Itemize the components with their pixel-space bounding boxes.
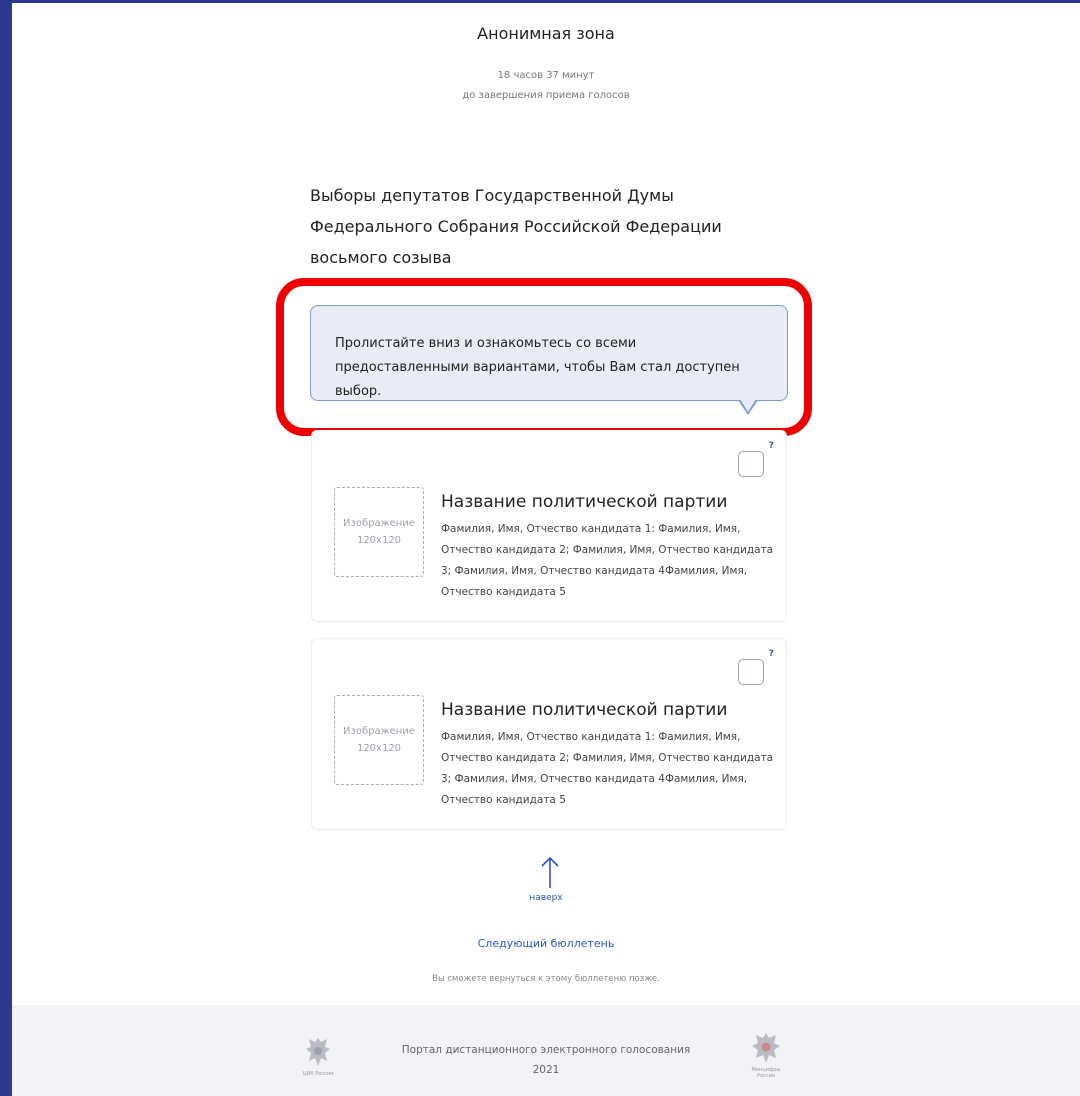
party-name: Название политической партии — [441, 700, 728, 720]
footer-year: 2021 — [532, 1064, 560, 1076]
voting-page: Анонимная зона 18 часов 37 минут до заве… — [12, 3, 1080, 1096]
party-name: Название политической партии — [441, 492, 728, 512]
help-icon[interactable]: ? — [769, 649, 774, 659]
mintsifry-logo: Минцифры России — [746, 1031, 786, 1087]
image-placeholder-size: 120x120 — [356, 535, 402, 546]
next-ballot-link[interactable]: Следующий бюллетень — [12, 937, 1080, 950]
party-image-placeholder: Изображение 120x120 — [334, 487, 424, 577]
party-candidates: Фамилия, Имя, Отчество кандидата 1: Фами… — [441, 731, 774, 806]
party-checkbox[interactable] — [738, 659, 764, 685]
footer: ЦИК России Портал дистанционного электро… — [12, 1005, 1080, 1096]
emblem-icon — [752, 1033, 780, 1063]
party-card: ? Изображение 120x120 Название политичес… — [311, 638, 787, 830]
page-title: Анонимная зона — [477, 24, 615, 43]
return-note: Вы сможете вернуться к этому бюллетеню п… — [432, 974, 660, 984]
timer-value: 18 часов 37 минут — [497, 70, 595, 81]
party-checkbox[interactable] — [738, 451, 764, 477]
timer-caption: до завершения приема голосов — [462, 90, 630, 101]
portal-name: Портал дистанционного электронного голос… — [401, 1044, 691, 1056]
footer-text: Портал дистанционного электронного голос… — [12, 1040, 1080, 1080]
arrow-up-icon[interactable] — [540, 855, 560, 889]
mintsifry-caption: Минцифры России — [751, 1067, 781, 1079]
scroll-top-link[interactable]: наверх — [12, 893, 1080, 903]
image-placeholder-label: Изображение — [343, 726, 415, 737]
party-image-placeholder: Изображение 120x120 — [334, 695, 424, 785]
ballot-title: Выборы депутатов Государственной Думы Фе… — [310, 186, 722, 267]
party-card: ? Изображение 120x120 Название политичес… — [311, 430, 787, 622]
image-placeholder-size: 120x120 — [356, 743, 402, 754]
image-placeholder-label: Изображение — [343, 518, 415, 529]
annotation-highlight-frame — [276, 278, 812, 436]
help-icon[interactable]: ? — [769, 441, 774, 451]
party-candidates: Фамилия, Имя, Отчество кандидата 1: Фами… — [441, 523, 774, 598]
